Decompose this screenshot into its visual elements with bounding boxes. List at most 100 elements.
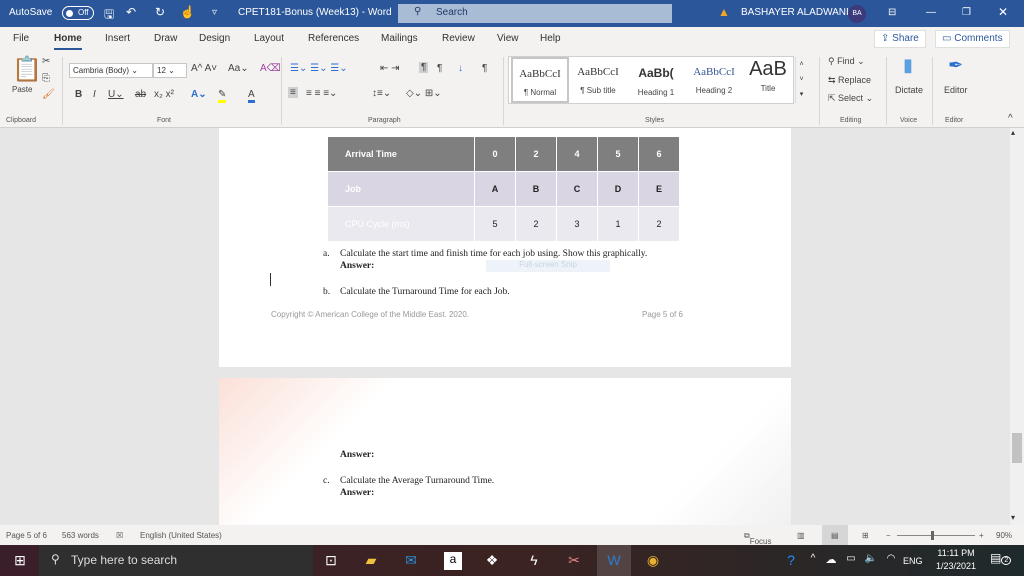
onedrive-icon[interactable]: ☁ xyxy=(822,553,840,571)
vertical-scrollbar[interactable]: ▴ ▾ xyxy=(1010,128,1024,525)
font-size-select[interactable]: 12 ⌄ xyxy=(153,63,187,78)
scroll-thumb[interactable] xyxy=(1012,433,1022,463)
undo-icon[interactable]: ↶ xyxy=(126,5,136,19)
touch-mode-icon[interactable]: ☝ xyxy=(180,5,195,19)
input-language[interactable]: ENG xyxy=(903,556,923,566)
zoom-slider-thumb[interactable] xyxy=(931,531,934,540)
italic-icon[interactable]: I xyxy=(93,89,96,100)
restore-icon[interactable]: ❐ xyxy=(962,7,971,18)
strikethrough-icon[interactable]: ab xyxy=(135,89,146,100)
rtl-icon[interactable]: ¶ xyxy=(437,63,442,74)
highlight-icon[interactable]: ✎ xyxy=(218,89,227,103)
clear-formatting-icon[interactable]: A⌫ xyxy=(260,63,281,74)
show-marks-icon[interactable]: ¶ xyxy=(482,63,487,74)
subscript-icon[interactable]: x₂ x² xyxy=(154,89,174,100)
user-name[interactable]: BASHAYER ALADWANI xyxy=(741,7,849,18)
close-icon[interactable]: ✕ xyxy=(998,5,1008,19)
style-heading1[interactable]: AaBb(Heading 1 xyxy=(627,57,685,103)
line-spacing-icon[interactable]: ↕≡⌄ xyxy=(372,88,391,99)
app-lightning-icon[interactable]: ϟ xyxy=(525,552,543,570)
zoom-out-icon[interactable]: − xyxy=(886,531,891,540)
replace-button[interactable]: ⇆ Replace xyxy=(828,75,871,86)
tab-review[interactable]: Review xyxy=(442,33,475,44)
zoom-in-icon[interactable]: + xyxy=(979,531,984,540)
find-button[interactable]: ⚲ Find ⌄ xyxy=(828,56,865,67)
file-explorer-icon[interactable]: ▰ xyxy=(362,552,380,570)
editor-pen-icon[interactable]: ✒ xyxy=(948,55,963,76)
windows-start-icon[interactable]: ⊞ xyxy=(11,552,29,570)
shading-icon[interactable]: ◇⌄ ⊞⌄ xyxy=(406,88,442,99)
autosave-toggle[interactable]: Off xyxy=(62,6,94,20)
taskbar-search[interactable]: ⚲ Type here to search xyxy=(39,545,313,576)
page-count[interactable]: Page 5 of 6 xyxy=(6,531,47,540)
tab-insert[interactable]: Insert xyxy=(105,33,130,44)
show-hidden-icons[interactable]: ^ xyxy=(804,553,822,571)
zoom-slider[interactable] xyxy=(897,531,975,540)
bullets-icon[interactable]: ☰⌄ ☰⌄ ☰⌄ xyxy=(290,63,348,74)
tab-file[interactable]: File xyxy=(13,33,29,44)
bold-icon[interactable]: B xyxy=(75,89,82,100)
minimize-icon[interactable]: — xyxy=(926,7,936,18)
scroll-up-icon[interactable]: ▴ xyxy=(1011,128,1015,137)
format-painter-icon[interactable]: 🖌 xyxy=(42,89,55,100)
align-center-icon[interactable]: ≡ ≡ ≡⌄ xyxy=(306,88,337,99)
tab-help[interactable]: Help xyxy=(540,33,561,44)
web-layout-icon[interactable]: ⊞ xyxy=(862,531,869,540)
font-color-icon[interactable]: A xyxy=(248,89,255,103)
text-effects-icon[interactable]: A⌄ xyxy=(191,89,207,100)
style-subtitle[interactable]: AaBbCcI ¶ Sub title xyxy=(569,57,627,103)
clock[interactable]: 11:11 PM 1/23/2021 xyxy=(931,548,981,571)
tab-draw[interactable]: Draw xyxy=(154,33,177,44)
font-name-select[interactable]: Cambria (Body) ⌄ xyxy=(69,63,153,78)
amazon-icon[interactable]: a xyxy=(444,552,462,570)
wifi-icon[interactable]: ◠ xyxy=(882,553,900,571)
chrome-icon[interactable]: ◉ xyxy=(644,552,662,570)
battery-icon[interactable]: ▭ xyxy=(842,553,860,571)
tab-view[interactable]: View xyxy=(497,33,519,44)
share-button[interactable]: ⇪ Share xyxy=(874,30,926,48)
ltr-icon[interactable]: ¶ xyxy=(419,62,429,73)
change-case-icon[interactable]: Aa⌄ xyxy=(228,63,249,74)
collapse-ribbon-icon[interactable]: ^ xyxy=(1008,113,1013,124)
warning-icon[interactable]: ▲ xyxy=(718,5,730,19)
paste-icon[interactable]: 📋 xyxy=(12,55,42,84)
styles-scroll[interactable]: ˄ ˅ ▾ xyxy=(795,57,807,103)
comments-button[interactable]: ▭ Comments xyxy=(935,30,1010,48)
grow-font-icon[interactable]: A^ A˅ xyxy=(191,63,217,74)
mail-icon[interactable]: ✉ xyxy=(402,552,420,570)
ribbon-display-icon[interactable]: ⊟ xyxy=(888,7,896,18)
tab-layout[interactable]: Layout xyxy=(254,33,284,44)
zoom-level[interactable]: 90% xyxy=(996,531,1012,540)
style-normal[interactable]: AaBbCcI ¶ Normal xyxy=(511,57,569,103)
scroll-down-icon[interactable]: ▾ xyxy=(1011,513,1015,522)
snipping-tool-icon[interactable]: ✂ xyxy=(565,552,583,570)
language[interactable]: English (United States) xyxy=(140,531,222,540)
tab-home[interactable]: Home xyxy=(54,33,82,50)
style-title[interactable]: AaB Title xyxy=(739,57,797,103)
notifications-icon[interactable]: ▤ 2 xyxy=(990,551,1012,565)
underline-icon[interactable]: U⌄ xyxy=(108,89,124,100)
customize-qat-icon[interactable]: ▿ xyxy=(212,7,217,18)
cut-icon[interactable]: ✂ xyxy=(42,56,50,67)
read-mode-icon[interactable]: ▥ xyxy=(797,531,805,540)
align-left-icon[interactable]: ≡ xyxy=(288,87,298,98)
dictate-label[interactable]: Dictate xyxy=(895,85,923,95)
indent-icons[interactable]: ⇤ ⇥ xyxy=(380,63,400,74)
sort-icon[interactable]: ↓ xyxy=(458,63,463,74)
focus-button[interactable]: ⧉ Focus xyxy=(744,531,772,546)
style-heading2[interactable]: AaBbCcI Heading 2 xyxy=(685,57,743,103)
proofing-icon[interactable]: ☒ xyxy=(116,531,123,540)
paste-label[interactable]: Paste xyxy=(12,85,32,94)
redo-icon[interactable]: ↻ xyxy=(155,5,165,19)
dropbox-icon[interactable]: ❖ xyxy=(483,552,501,570)
editor-label[interactable]: Editor xyxy=(944,85,968,95)
volume-icon[interactable]: 🔈 xyxy=(862,553,880,571)
tab-references[interactable]: References xyxy=(308,33,359,44)
microphone-icon[interactable]: ▮ xyxy=(903,55,913,76)
tab-mailings[interactable]: Mailings xyxy=(381,33,418,44)
select-button[interactable]: ⇱ Select ⌄ xyxy=(828,93,873,104)
print-layout-icon[interactable]: ▤ xyxy=(822,525,848,546)
avatar[interactable]: BA xyxy=(848,5,866,23)
search-box[interactable]: ⚲ Search xyxy=(398,4,672,23)
word-count[interactable]: 563 words xyxy=(62,531,99,540)
